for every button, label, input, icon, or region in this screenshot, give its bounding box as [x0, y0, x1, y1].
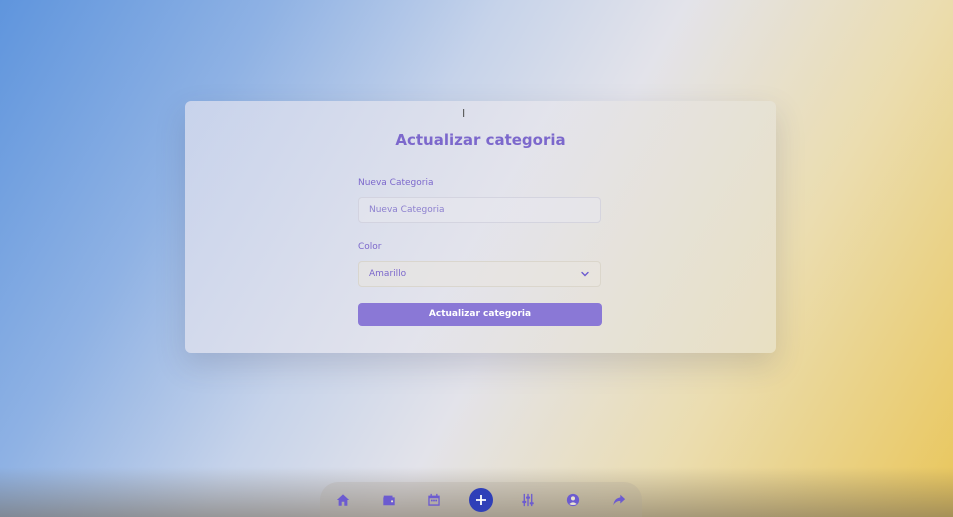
update-category-card: Actualizar categoria Nueva Categoria Col… — [185, 101, 776, 353]
share-icon[interactable] — [608, 489, 630, 511]
chevron-down-icon — [581, 271, 589, 277]
page-title: Actualizar categoria — [395, 131, 566, 149]
text-cursor-icon: I — [462, 107, 466, 120]
color-label: Color — [358, 242, 382, 252]
color-select[interactable]: Amarillo — [358, 261, 601, 287]
category-input[interactable] — [358, 197, 601, 223]
bottom-dock — [320, 482, 642, 517]
sliders-icon[interactable] — [517, 489, 539, 511]
wallet-icon[interactable] — [378, 489, 400, 511]
calendar-icon[interactable] — [423, 489, 445, 511]
add-button[interactable] — [468, 487, 493, 512]
home-icon[interactable] — [332, 489, 354, 511]
color-select-value: Amarillo — [369, 269, 407, 279]
plus-icon — [475, 494, 486, 505]
user-icon[interactable] — [562, 489, 584, 511]
update-category-button[interactable]: Actualizar categoria — [358, 303, 602, 326]
category-label: Nueva Categoria — [358, 178, 434, 188]
